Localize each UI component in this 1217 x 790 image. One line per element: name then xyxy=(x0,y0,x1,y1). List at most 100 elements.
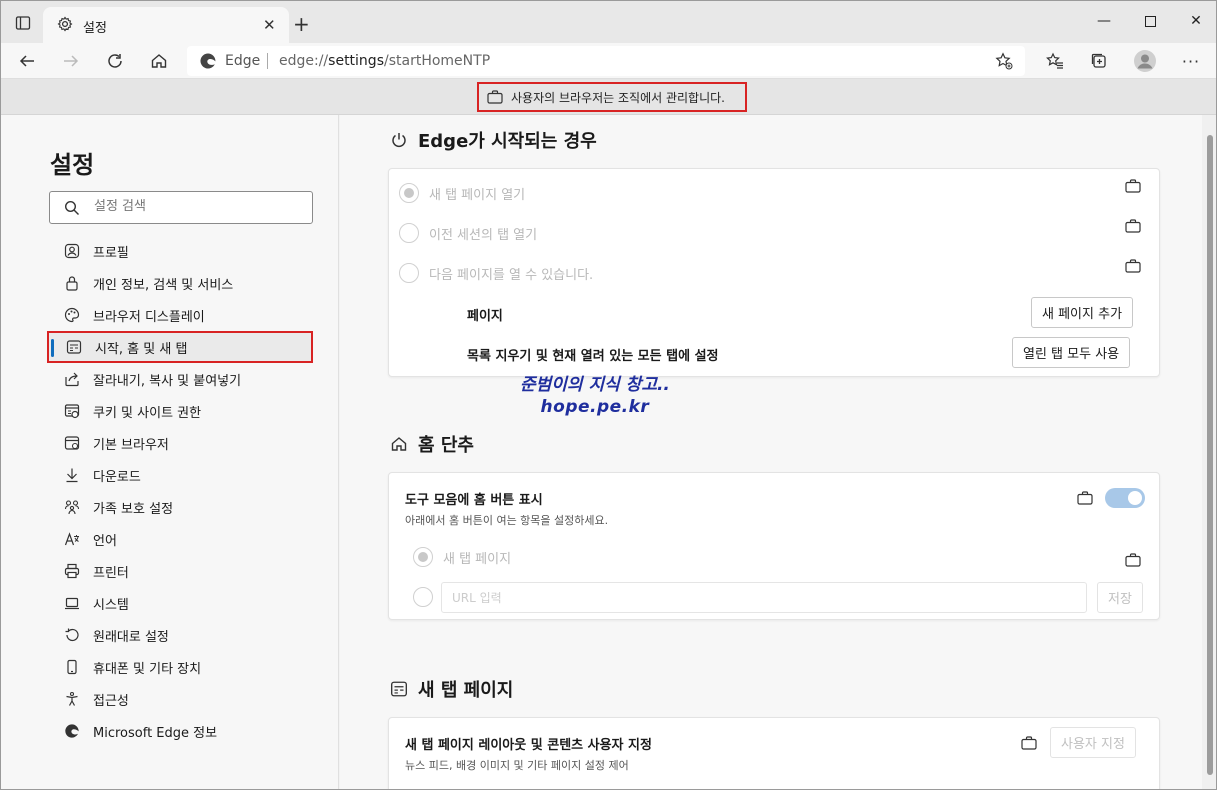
radio-button[interactable] xyxy=(413,587,433,607)
sidebar-item-default-browser[interactable]: 기본 브라우저 xyxy=(47,427,313,459)
share-icon xyxy=(63,370,81,388)
briefcase-icon xyxy=(1125,219,1141,233)
sidebar-item-label: 기본 브라우저 xyxy=(93,437,169,453)
sidebar-item-downloads[interactable]: 다운로드 xyxy=(47,459,313,491)
search-icon xyxy=(64,200,80,220)
printer-icon xyxy=(63,562,81,580)
favorites-icon[interactable] xyxy=(1041,47,1069,75)
radio-button[interactable] xyxy=(413,547,433,567)
sidebar-item-share-copy-paste[interactable]: 잘라내기, 복사 및 붙여넣기 xyxy=(47,363,313,395)
back-icon[interactable] xyxy=(13,47,41,75)
managed-notice-bar: 사용자의 브라우저는 조직에서 관리합니다. xyxy=(1,79,1216,115)
sidebar-item-system[interactable]: 시스템 xyxy=(47,587,313,619)
radio-label: 이전 세션의 탭 열기 xyxy=(429,227,538,243)
scrollbar[interactable] xyxy=(1202,115,1216,789)
briefcase-icon xyxy=(1125,179,1141,193)
power-icon xyxy=(390,131,408,149)
address-bar[interactable]: Edge edge://settings/startHomeNTP xyxy=(187,46,1025,76)
home-card: 도구 모음에 홈 버튼 표시 아래에서 홈 버튼이 여는 항목을 설정하세요. … xyxy=(388,472,1160,620)
show-home-toggle[interactable] xyxy=(1105,488,1145,508)
startup-title-text: Edge가 시작되는 경우 xyxy=(418,131,597,152)
sidebar-item-label: 개인 정보, 검색 및 서비스 xyxy=(93,277,234,293)
sidebar-item-reset[interactable]: 원래대로 설정 xyxy=(47,619,313,651)
search-input[interactable] xyxy=(94,199,294,214)
maximize-icon[interactable] xyxy=(1127,7,1173,35)
lock-icon xyxy=(63,274,81,292)
sidebar-item-start-home-newtab[interactable]: 시작, 홈 및 새 탭 xyxy=(47,331,313,363)
sidebar-item-label: 프로필 xyxy=(93,245,129,261)
managed-notice[interactable]: 사용자의 브라우저는 조직에서 관리합니다. xyxy=(477,82,747,112)
briefcase-icon xyxy=(487,90,503,104)
radio-home-url[interactable] xyxy=(413,587,443,607)
settings-nav: 프로필 개인 정보, 검색 및 서비스 브라우저 디스플레이 시작, 홈 및 새… xyxy=(47,235,313,747)
use-open-tabs-button[interactable]: 열린 탭 모두 사용 xyxy=(1012,337,1131,368)
avatar[interactable] xyxy=(1131,47,1159,75)
more-menu-icon[interactable]: ··· xyxy=(1177,47,1205,75)
newtab-title-text: 새 탭 페이지 xyxy=(418,680,514,701)
tab-actions-icon[interactable] xyxy=(13,13,33,33)
save-button[interactable]: 저장 xyxy=(1097,582,1143,613)
sidebar-item-label: 접근성 xyxy=(93,693,129,709)
tab-settings[interactable]: 설정 ✕ xyxy=(43,7,289,43)
settings-content: Edge가 시작되는 경우 새 탭 페이지 열기 이전 세션의 탭 열기 다음 … xyxy=(340,115,1204,789)
sidebar-item-label: 잘라내기, 복사 및 붙여넣기 xyxy=(93,373,242,389)
sidebar-item-profile[interactable]: 프로필 xyxy=(47,235,313,267)
new-tab-icon[interactable]: + xyxy=(293,12,310,36)
sidebar-item-family[interactable]: 가족 보호 설정 xyxy=(47,491,313,523)
sidebar-item-printers[interactable]: 프린터 xyxy=(47,555,313,587)
tab-strip: 설정 ✕ + — ✕ xyxy=(1,1,1216,43)
sidebar-item-appearance[interactable]: 브라우저 디스플레이 xyxy=(47,299,313,331)
profile-icon xyxy=(63,242,81,260)
sidebar-item-label: 원래대로 설정 xyxy=(93,629,169,645)
browser-icon xyxy=(63,434,81,452)
language-icon xyxy=(63,530,81,548)
sidebar-item-label: 프린터 xyxy=(93,565,129,581)
omnibox-separator xyxy=(267,53,268,69)
sidebar-item-accessibility[interactable]: 접근성 xyxy=(47,683,313,715)
radio-button[interactable] xyxy=(399,263,419,283)
sidebar-item-label: 언어 xyxy=(93,533,117,549)
collections-icon[interactable] xyxy=(1085,47,1113,75)
radio-open-pages[interactable]: 다음 페이지를 열 수 있습니다. xyxy=(399,263,593,283)
radio-button[interactable] xyxy=(399,223,419,243)
sidebar-item-phone[interactable]: 휴대폰 및 기타 장치 xyxy=(47,651,313,683)
home-icon xyxy=(390,435,408,453)
radio-home-newtab[interactable]: 새 탭 페이지 xyxy=(413,547,511,567)
home-url-input[interactable]: URL 입력 xyxy=(441,582,1087,613)
edge-icon xyxy=(63,722,81,740)
radio-continue-session[interactable]: 이전 세션의 탭 열기 xyxy=(399,223,537,243)
sidebar-item-label: 브라우저 디스플레이 xyxy=(93,309,205,325)
close-window-icon[interactable]: ✕ xyxy=(1173,7,1216,35)
briefcase-icon xyxy=(1125,553,1141,567)
home-section-title: 홈 단추 xyxy=(390,431,474,457)
customize-button[interactable]: 사용자 지정 xyxy=(1050,727,1136,758)
managed-notice-text: 사용자의 브라우저는 조직에서 관리합니다. xyxy=(511,90,725,105)
sidebar-item-language[interactable]: 언어 xyxy=(47,523,313,555)
sidebar-item-cookies[interactable]: 쿠키 및 사이트 권한 xyxy=(47,395,313,427)
sidebar-item-privacy[interactable]: 개인 정보, 검색 및 서비스 xyxy=(47,267,313,299)
minimize-icon[interactable]: — xyxy=(1081,7,1127,35)
radio-open-newtab[interactable]: 새 탭 페이지 열기 xyxy=(399,183,525,203)
radio-label: 다음 페이지를 열 수 있습니다. xyxy=(429,267,594,283)
home-icon[interactable] xyxy=(145,47,173,75)
scroll-thumb[interactable] xyxy=(1207,135,1213,775)
pages-label: 페이지 xyxy=(467,309,503,324)
newtab-card: 새 탭 페이지 레이아웃 및 콘텐츠 사용자 지정 뉴스 피드, 배경 이미지 … xyxy=(388,717,1160,789)
toolbar: Edge edge://settings/startHomeNTP ··· xyxy=(1,43,1216,79)
startup-card: 새 탭 페이지 열기 이전 세션의 탭 열기 다음 페이지를 열 수 있습니다.… xyxy=(388,168,1160,377)
watermark-line2: hope.pe.kr xyxy=(540,397,650,417)
sidebar-item-label: 휴대폰 및 기타 장치 xyxy=(93,661,202,677)
add-favorite-icon[interactable] xyxy=(995,52,1013,70)
forward-icon[interactable] xyxy=(57,47,85,75)
radio-button[interactable] xyxy=(399,183,419,203)
sidebar-item-about[interactable]: Microsoft Edge 정보 xyxy=(47,715,313,747)
search-box xyxy=(49,191,313,224)
system-icon xyxy=(63,594,81,612)
cookie-icon xyxy=(63,402,81,420)
close-tab-icon[interactable]: ✕ xyxy=(263,16,276,34)
sidebar-item-label: 시스템 xyxy=(93,597,129,613)
add-page-button[interactable]: 새 페이지 추가 xyxy=(1031,297,1134,328)
refresh-icon[interactable] xyxy=(101,47,129,75)
customize-newtab-label: 새 탭 페이지 레이아웃 및 콘텐츠 사용자 지정 xyxy=(405,738,652,753)
briefcase-icon xyxy=(1125,259,1141,273)
